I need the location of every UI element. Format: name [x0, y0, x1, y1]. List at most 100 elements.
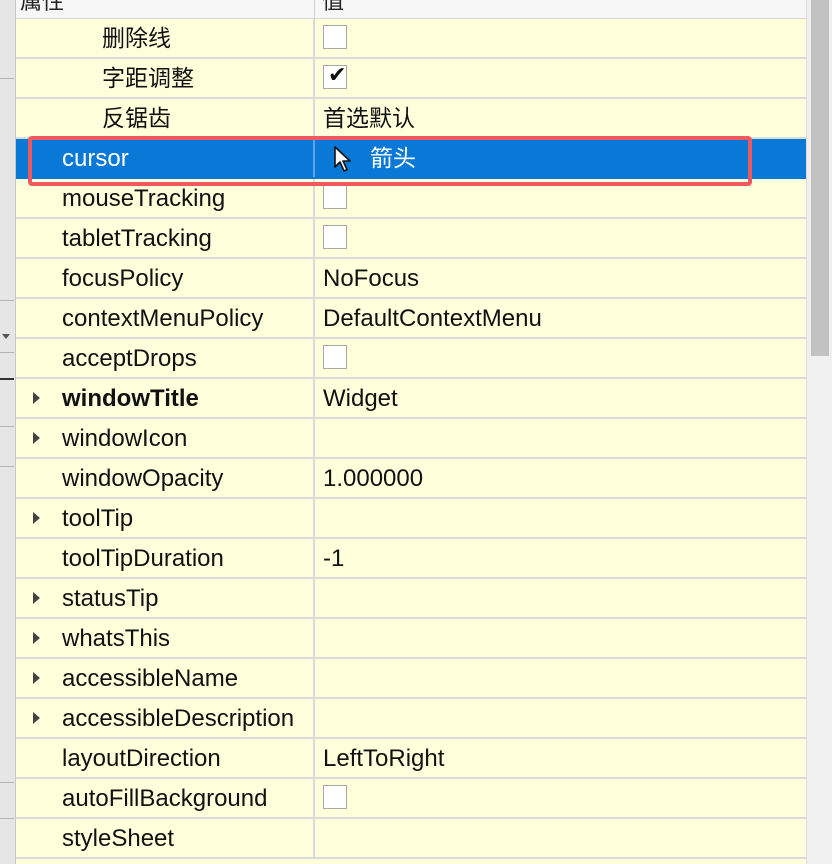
panel-divider — [0, 300, 14, 301]
property-name: 反锯齿 — [102, 106, 171, 132]
property-row-cursor[interactable]: cursor 箭头 — [16, 139, 806, 179]
property-row-tablettracking[interactable]: tabletTracking — [16, 219, 806, 259]
expand-arrow-icon[interactable] — [33, 632, 40, 644]
expand-arrow-icon[interactable] — [33, 672, 40, 684]
property-checkbox[interactable] — [323, 225, 347, 249]
expand-arrow-icon[interactable] — [33, 392, 40, 404]
table-header: 属性 值 — [16, 0, 806, 19]
column-divider — [313, 779, 315, 817]
column-divider — [313, 579, 315, 617]
property-row-focuspolicy[interactable]: focusPolicy NoFocus — [16, 259, 806, 299]
property-name: contextMenuPolicy — [62, 305, 264, 332]
expand-arrow-icon[interactable] — [33, 512, 40, 524]
property-row-layoutdirection[interactable]: layoutDirection LeftToRight — [16, 739, 806, 779]
panel-divider — [0, 426, 14, 427]
column-divider — [313, 619, 315, 657]
property-row-whatsthis[interactable]: whatsThis — [16, 619, 806, 659]
property-checkbox[interactable] — [323, 25, 347, 49]
property-name: acceptDrops — [62, 345, 197, 372]
property-row-windowopacity[interactable]: windowOpacity 1.000000 — [16, 459, 806, 499]
column-divider — [313, 819, 315, 857]
expand-arrow-icon[interactable] — [33, 432, 40, 444]
panel-divider — [0, 78, 14, 79]
property-value[interactable]: 首选默认 — [323, 99, 415, 137]
property-name: windowTitle — [62, 385, 199, 412]
column-divider — [313, 379, 315, 417]
panel-divider — [0, 818, 14, 819]
column-divider — [313, 59, 315, 97]
column-divider — [313, 139, 315, 177]
property-name: toolTipDuration — [62, 545, 224, 572]
property-value[interactable]: DefaultContextMenu — [323, 299, 542, 337]
property-row-statustip[interactable]: statusTip — [16, 579, 806, 619]
property-name: windowIcon — [62, 425, 188, 452]
property-name: autoFillBackground — [62, 785, 268, 812]
property-value[interactable]: NoFocus — [323, 259, 419, 297]
property-value[interactable]: Widget — [323, 379, 398, 417]
property-name: focusPolicy — [62, 265, 184, 292]
column-divider — [313, 339, 315, 377]
property-row[interactable]: 字距调整 ✔ — [16, 59, 806, 99]
property-row[interactable]: 反锯齿 首选默认 — [16, 99, 806, 139]
property-checkbox[interactable] — [323, 185, 347, 209]
vertical-scrollbar[interactable] — [806, 0, 832, 864]
property-name: cursor — [62, 145, 129, 172]
property-row[interactable]: 删除线 — [16, 19, 806, 59]
property-row-windowtitle[interactable]: windowTitle Widget — [16, 379, 806, 419]
panel-divider — [0, 782, 14, 783]
property-value[interactable]: 1.000000 — [323, 459, 423, 497]
property-row-windowicon[interactable]: windowIcon — [16, 419, 806, 459]
column-divider — [313, 539, 315, 577]
expand-arrow-icon[interactable] — [33, 712, 40, 724]
left-panel-edge — [0, 0, 16, 864]
property-value[interactable]: LeftToRight — [323, 739, 444, 777]
panel-divider — [0, 352, 14, 353]
property-row-autofillbackground[interactable]: autoFillBackground — [16, 779, 806, 819]
column-divider — [313, 259, 315, 297]
panel-divider — [0, 466, 14, 467]
column-divider — [313, 299, 315, 337]
column-divider — [313, 99, 315, 137]
property-name: mouseTracking — [62, 185, 226, 212]
column-divider — [313, 419, 315, 457]
property-row-accessiblename[interactable]: accessibleName — [16, 659, 806, 699]
property-checkbox[interactable] — [323, 345, 347, 369]
header-divider — [314, 0, 315, 18]
property-column-header[interactable]: 属性 — [20, 0, 64, 18]
property-value[interactable]: -1 — [323, 539, 344, 577]
column-divider — [313, 219, 315, 257]
property-name: 删除线 — [102, 26, 171, 52]
column-divider — [313, 499, 315, 537]
property-table: 属性 值 删除线字距调整 ✔ 反锯齿 首选默认 cursor 箭头 mouseTrackin… — [16, 0, 806, 864]
property-row-tooltip[interactable]: toolTip — [16, 499, 806, 539]
column-divider — [313, 739, 315, 777]
property-value[interactable]: 箭头 — [370, 139, 416, 177]
column-divider — [313, 659, 315, 697]
property-row-accessibledescription[interactable]: accessibleDescription — [16, 699, 806, 739]
property-name: accessibleDescription — [62, 705, 295, 732]
scrollbar-thumb[interactable] — [811, 0, 829, 356]
property-name: accessibleName — [62, 665, 239, 692]
value-column-header[interactable]: 值 — [322, 0, 344, 18]
column-divider — [313, 459, 315, 497]
property-name: 字距调整 — [102, 66, 194, 92]
property-name: tabletTracking — [62, 225, 212, 252]
column-divider — [313, 699, 315, 737]
column-divider — [313, 19, 315, 57]
property-editor-window: 属性 值 删除线字距调整 ✔ 反锯齿 首选默认 cursor 箭头 mouseTrackin… — [0, 0, 832, 864]
property-name: windowOpacity — [62, 465, 224, 492]
property-row-tooltipduration[interactable]: toolTipDuration -1 — [16, 539, 806, 579]
property-row-acceptdrops[interactable]: acceptDrops — [16, 339, 806, 379]
property-row-mousetracking[interactable]: mouseTracking — [16, 179, 806, 219]
property-name: statusTip — [62, 585, 159, 612]
property-row-contextmenupolicy[interactable]: contextMenuPolicy DefaultContextMenu — [16, 299, 806, 339]
property-checkbox[interactable] — [323, 785, 347, 809]
property-checkbox[interactable]: ✔ — [323, 63, 347, 89]
property-row-stylesheet[interactable]: styleSheet — [16, 819, 806, 859]
panel-divider — [0, 378, 14, 380]
property-name: whatsThis — [62, 625, 171, 652]
checkmark-icon: ✔ — [328, 63, 347, 88]
chevron-down-icon[interactable] — [2, 334, 10, 339]
expand-arrow-icon[interactable] — [33, 592, 40, 604]
column-divider — [313, 179, 315, 217]
